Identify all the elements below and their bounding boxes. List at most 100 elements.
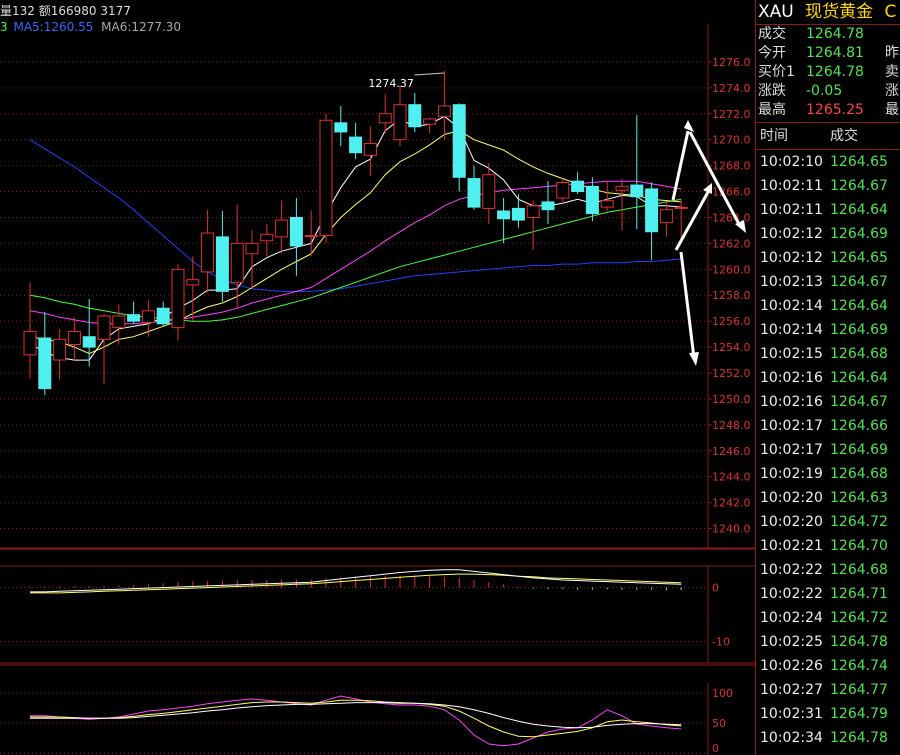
col-trade: 成交	[830, 128, 858, 144]
candle-body	[452, 104, 466, 178]
tick-price: 1264.64	[830, 370, 888, 386]
tick-price: 1264.68	[830, 466, 888, 482]
candle-body	[53, 338, 67, 361]
tick-time: 10:02:31	[760, 706, 823, 722]
tick-price: 1264.67	[830, 274, 888, 290]
quote-label: 最高	[758, 102, 786, 118]
candle-body	[511, 207, 525, 221]
candle-body	[571, 180, 585, 193]
quote-row: 今开 1264.81 昨	[756, 44, 900, 63]
tick-row[interactable]: 10:02:15 1264.68	[756, 342, 900, 366]
arrow-head	[684, 120, 694, 132]
quote-label-2: 昨	[885, 45, 899, 61]
tick-price: 1264.69	[830, 442, 888, 458]
quote-row: 买价1 1264.78 卖	[756, 63, 900, 82]
candle-body	[497, 210, 511, 220]
arrow-stroke	[679, 251, 696, 359]
tick-list[interactable]: 10:02:10 1264.65 10:02:11 1264.67 10:02:11 12…	[756, 150, 900, 750]
tick-time: 10:02:13	[760, 274, 823, 290]
tick-row[interactable]: 10:02:11 1264.67	[756, 174, 900, 198]
candle-body	[112, 315, 126, 329]
y-tick-label: 1244.0	[712, 471, 751, 484]
col-time: 时间	[760, 128, 788, 144]
tick-row[interactable]: 10:02:10 1264.65	[756, 150, 900, 174]
candle-body	[201, 232, 215, 273]
tick-price: 1264.63	[830, 490, 888, 506]
quote-row: 涨跌 -0.05 涨	[756, 82, 900, 101]
quote-label-2: 卖	[885, 64, 899, 80]
tick-price: 1264.66	[830, 418, 888, 434]
symbol-name: 现货黄金	[805, 2, 874, 22]
tick-time: 10:02:11	[760, 202, 823, 218]
tick-row[interactable]: 10:02:25 1264.78	[756, 630, 900, 654]
tick-row[interactable]: 10:02:22 1264.71	[756, 582, 900, 606]
max-price-annotation: 1274.37	[368, 77, 414, 90]
candle-body	[541, 201, 555, 211]
tick-row[interactable]: 10:02:24 1264.72	[756, 606, 900, 630]
tick-time: 10:02:16	[760, 370, 823, 386]
tick-row[interactable]: 10:02:17 1264.66	[756, 414, 900, 438]
y-tick-label: 1276.0	[712, 56, 751, 69]
kdj-yellow-line	[30, 699, 682, 738]
quote-value: 1264.78	[806, 26, 864, 42]
tick-time: 10:02:26	[760, 658, 823, 674]
tick-row[interactable]: 10:02:11 1264.64	[756, 198, 900, 222]
quote-label-2: 涨	[885, 83, 899, 99]
tick-row[interactable]: 10:02:27 1264.77	[756, 678, 900, 702]
tick-price: 1264.64	[830, 298, 888, 314]
arrow-head	[689, 352, 699, 366]
tick-row[interactable]: 10:02:12 1264.69	[756, 222, 900, 246]
tick-row[interactable]: 10:02:21 1264.70	[756, 534, 900, 558]
tick-row[interactable]: 10:02:31 1264.79	[756, 702, 900, 726]
tick-row[interactable]: 10:02:26 1264.74	[756, 654, 900, 678]
candle-body	[156, 307, 170, 325]
tick-row[interactable]: 10:02:17 1264.69	[756, 438, 900, 462]
y-tick-label: 1252.0	[712, 367, 751, 380]
y-tick-label: 0	[712, 582, 719, 595]
y-tick-label: 1262.0	[712, 237, 751, 250]
tick-price: 1264.67	[830, 178, 888, 194]
tick-price: 1264.70	[830, 538, 888, 554]
tick-row[interactable]: 10:02:20 1264.72	[756, 510, 900, 534]
chart-area[interactable]: 量132 额166980 3177 3 MA5:1260.55 MA6:1277…	[0, 0, 755, 755]
ma-magenta-line	[29, 180, 682, 325]
candle-body	[630, 184, 644, 198]
tick-time: 10:02:25	[760, 634, 823, 650]
tick-row[interactable]: 10:02:14 1264.69	[756, 318, 900, 342]
tick-row[interactable]: 10:02:16 1264.64	[756, 366, 900, 390]
tick-price: 1264.64	[830, 202, 888, 218]
tick-time: 10:02:14	[760, 322, 823, 338]
candle-body	[378, 113, 392, 124]
tick-price: 1264.79	[830, 706, 888, 722]
tick-time: 10:02:15	[760, 346, 823, 362]
tick-time: 10:02:10	[760, 154, 823, 170]
candle-body	[289, 216, 303, 247]
tick-row[interactable]: 10:02:20 1264.63	[756, 486, 900, 510]
tick-row[interactable]: 10:02:34 1264.78	[756, 726, 900, 750]
tick-time: 10:02:19	[760, 466, 823, 482]
candle-body	[38, 337, 52, 390]
candle-body	[260, 233, 274, 242]
tick-price: 1264.71	[830, 586, 888, 602]
candle-body	[319, 119, 333, 237]
candle-body	[275, 219, 289, 238]
quote-panel: 成交 1264.78 今开 1264.81 昨买价1 1264.78 卖涨跌 -0.05 涨最高…	[756, 25, 900, 120]
tick-time: 10:02:17	[760, 418, 823, 434]
tick-row[interactable]: 10:02:19 1264.68	[756, 462, 900, 486]
candle-body	[171, 268, 185, 329]
tick-row[interactable]: 10:02:14 1264.64	[756, 294, 900, 318]
tick-column-header: 时间 成交	[756, 122, 900, 150]
tick-row[interactable]: 10:02:13 1264.67	[756, 270, 900, 294]
tick-row[interactable]: 10:02:22 1264.68	[756, 558, 900, 582]
candle-body	[556, 181, 570, 199]
tick-row[interactable]: 10:02:12 1264.65	[756, 246, 900, 270]
candle-body	[304, 235, 318, 238]
candle-body	[585, 185, 599, 215]
tick-row[interactable]: 10:02:16 1264.67	[756, 390, 900, 414]
candle-body	[67, 331, 81, 345]
candle-body	[674, 206, 688, 209]
candle-body	[526, 205, 540, 218]
tick-price: 1264.65	[830, 154, 888, 170]
candle-body	[393, 104, 407, 141]
candle-body	[615, 185, 629, 191]
